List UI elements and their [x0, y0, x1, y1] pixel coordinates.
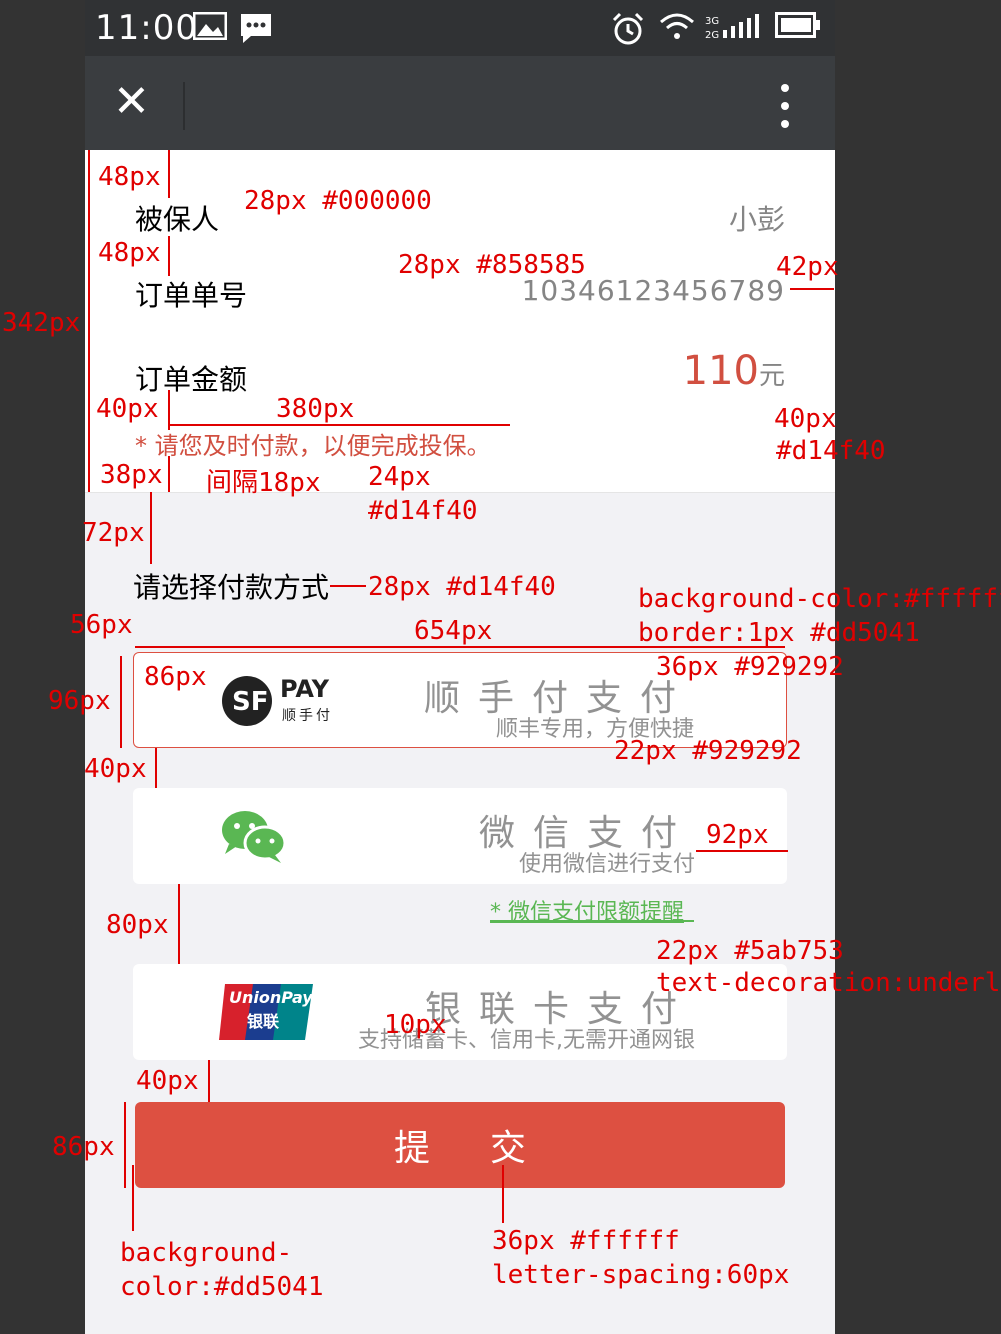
ann-48px-top: 48px [98, 162, 161, 192]
ann-92px: 92px [706, 820, 769, 850]
ann-40px-1: 40px [96, 394, 159, 424]
ann-bg-red-2: color:#dd5041 [120, 1272, 324, 1302]
battery-icon [775, 12, 821, 45]
ann-28px-grey: 28px #858585 [398, 250, 586, 280]
ann-42px: 42px [776, 252, 839, 282]
alarm-icon [611, 12, 645, 53]
sfpay-logo-sub: 顺手付 [282, 708, 333, 724]
ann-24px: 24px [368, 462, 431, 492]
ann-40px-3: 40px [84, 754, 147, 784]
order-info-card: 被保人 小彭 订单单号 10346123456789 订单金额 110元 * 请… [85, 150, 835, 493]
wechat-option[interactable]: 微信支付 使用微信进行支付 [133, 788, 787, 884]
more-icon[interactable] [781, 84, 791, 138]
ann-96px: 96px [48, 686, 111, 716]
ann-28px-black: 28px #000000 [244, 186, 432, 216]
amount-value: 110元 [682, 348, 785, 394]
ann-38px: 38px [100, 460, 163, 490]
ann-40px-2: 40px [774, 404, 837, 434]
ann-d14f40-1: #d14f40 [776, 436, 886, 466]
payment-section-title: 请选择付款方式 [133, 571, 330, 604]
ann-underline: text-decoration:underline [656, 968, 1001, 998]
ann-380px: 380px [276, 394, 355, 424]
payment-notice: * 请您及时付款，以便完成投保。 [135, 432, 491, 460]
ann-bg-white: background-color:#ffffff [638, 584, 1001, 614]
ann-d14f40-2: #d14f40 [368, 496, 478, 526]
svg-text:3G: 3G [705, 16, 719, 27]
ann-22px-grey: 22px #929292 [614, 736, 802, 766]
ann-80px: 80px [106, 910, 169, 940]
ann-56px: 56px [70, 610, 133, 640]
image-icon [192, 11, 228, 47]
ann-10px: 10px [384, 1010, 447, 1040]
message-icon [239, 12, 273, 51]
ann-36px-white: 36px #ffffff [492, 1226, 680, 1256]
signal-icon: 3G 2G [705, 12, 761, 49]
ann-22px-green: 22px #5ab753 [656, 936, 844, 966]
status-bar: 11:00 3G 2G [85, 0, 835, 56]
ann-border: border:1px #dd5041 [638, 618, 920, 648]
insured-label: 被保人 [135, 203, 220, 236]
wechat-icon [221, 810, 287, 866]
unionpay-logo-sub: 银联 [247, 1012, 280, 1031]
ann-654px: 654px [414, 616, 493, 646]
amount-label: 订单金额 [135, 363, 248, 396]
ann-86px-2: 86px [52, 1132, 115, 1162]
ann-40px-4: 40px [136, 1066, 199, 1096]
submit-button[interactable]: 提交 [135, 1102, 785, 1188]
ann-28px-red: 28px #d14f40 [368, 572, 556, 602]
ann-342px: 342px [2, 308, 81, 338]
ann-48px-2: 48px [98, 238, 161, 268]
svg-text:2G: 2G [705, 30, 719, 41]
close-icon[interactable]: ✕ [113, 78, 150, 126]
nav-divider [183, 82, 185, 130]
nav-bar: ✕ [85, 56, 835, 150]
sfpay-logo-text: PAY [280, 675, 330, 703]
ann-72px: 72px [82, 518, 145, 548]
wifi-icon [659, 12, 695, 49]
unionpay-logo-text: UnionPay [229, 988, 313, 1007]
ann-bg-red-1: background- [120, 1238, 293, 1268]
order-no-label: 订单单号 [135, 279, 248, 312]
ann-86px: 86px [144, 662, 207, 692]
ann-letter-spacing: letter-spacing:60px [492, 1260, 790, 1290]
status-time: 11:00 [95, 8, 198, 48]
wechat-subtitle: 使用微信进行支付 [518, 852, 695, 877]
svg-text:SF: SF [232, 687, 269, 717]
ann-gap18: 间隔18px [206, 468, 321, 498]
insured-value: 小彭 [728, 203, 785, 236]
ann-36px-grey: 36px #929292 [656, 652, 844, 682]
